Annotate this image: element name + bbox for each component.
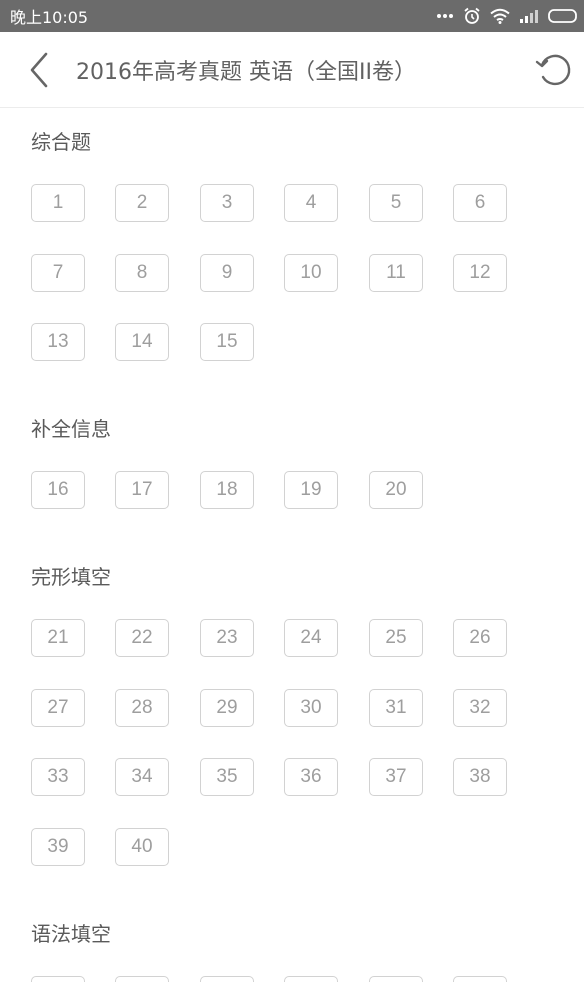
question-button[interactable]: 24 bbox=[284, 619, 338, 657]
question-button[interactable]: 29 bbox=[200, 688, 254, 727]
question-button[interactable]: 37 bbox=[369, 758, 423, 796]
question-button[interactable]: 9 bbox=[200, 253, 254, 292]
question-button[interactable]: 27 bbox=[31, 688, 85, 727]
question-button[interactable]: 14 bbox=[115, 323, 169, 361]
question-button[interactable]: 16 bbox=[31, 471, 85, 509]
status-time: 晚上10:05 bbox=[10, 8, 89, 27]
question-button[interactable]: 22 bbox=[115, 619, 169, 657]
section-title: 补全信息 bbox=[31, 417, 111, 441]
battery-icon bbox=[548, 8, 578, 24]
question-button[interactable]: 41 bbox=[31, 975, 85, 982]
more-dots-icon bbox=[436, 13, 454, 19]
question-button[interactable]: 20 bbox=[369, 471, 423, 509]
question-button[interactable]: 8 bbox=[115, 253, 169, 292]
question-button[interactable]: 15 bbox=[200, 323, 254, 361]
question-button[interactable]: 26 bbox=[453, 619, 507, 657]
back-button[interactable] bbox=[22, 50, 56, 90]
section-title: 综合题 bbox=[31, 130, 91, 154]
question-button[interactable]: 3 bbox=[200, 184, 254, 222]
question-button[interactable]: 12 bbox=[453, 253, 507, 292]
question-button[interactable]: 34 bbox=[115, 758, 169, 796]
chevron-left-icon bbox=[22, 52, 56, 94]
question-button[interactable]: 23 bbox=[200, 619, 254, 657]
question-button[interactable]: 31 bbox=[369, 688, 423, 727]
refresh-icon bbox=[534, 54, 574, 94]
question-button[interactable]: 33 bbox=[31, 758, 85, 796]
question-button[interactable]: 6 bbox=[453, 184, 507, 222]
section-title: 语法填空 bbox=[31, 921, 111, 946]
status-icons bbox=[436, 7, 578, 25]
question-button[interactable]: 19 bbox=[284, 471, 338, 509]
question-button[interactable]: 38 bbox=[453, 758, 507, 796]
question-button[interactable]: 10 bbox=[284, 253, 338, 292]
question-button[interactable]: 7 bbox=[31, 253, 85, 292]
wifi-icon bbox=[490, 8, 510, 24]
question-button[interactable]: 36 bbox=[284, 758, 338, 796]
question-button[interactable]: 25 bbox=[369, 619, 423, 657]
status-bar: 晚上10:05 bbox=[0, 0, 584, 32]
question-button[interactable]: 21 bbox=[31, 619, 85, 657]
section-title: 完形填空 bbox=[31, 565, 111, 589]
question-button[interactable]: 44 bbox=[284, 975, 338, 982]
question-button[interactable]: 40 bbox=[115, 827, 169, 866]
refresh-button[interactable] bbox=[534, 50, 574, 90]
question-button[interactable]: 5 bbox=[369, 184, 423, 222]
question-button[interactable]: 11 bbox=[369, 253, 423, 292]
question-button[interactable]: 4 bbox=[284, 184, 338, 222]
question-button[interactable]: 42 bbox=[115, 975, 169, 982]
question-button[interactable]: 45 bbox=[369, 975, 423, 982]
question-button[interactable]: 18 bbox=[200, 471, 254, 509]
nav-bar: 2016年高考真题 英语（全国II卷） bbox=[0, 32, 584, 108]
question-button[interactable]: 46 bbox=[453, 975, 507, 982]
question-button[interactable]: 30 bbox=[284, 688, 338, 727]
question-button[interactable]: 32 bbox=[453, 688, 507, 727]
question-button[interactable]: 17 bbox=[115, 471, 169, 509]
question-button[interactable]: 2 bbox=[115, 184, 169, 222]
question-button[interactable]: 35 bbox=[200, 758, 254, 796]
page-title: 2016年高考真题 英语（全国II卷） bbox=[76, 60, 416, 85]
question-button[interactable]: 13 bbox=[31, 323, 85, 361]
question-button[interactable]: 1 bbox=[31, 184, 85, 222]
alarm-icon bbox=[463, 7, 481, 25]
question-button[interactable]: 43 bbox=[200, 975, 254, 982]
signal-icon bbox=[519, 9, 539, 23]
question-button[interactable]: 39 bbox=[31, 827, 85, 866]
question-button[interactable]: 28 bbox=[115, 688, 169, 727]
